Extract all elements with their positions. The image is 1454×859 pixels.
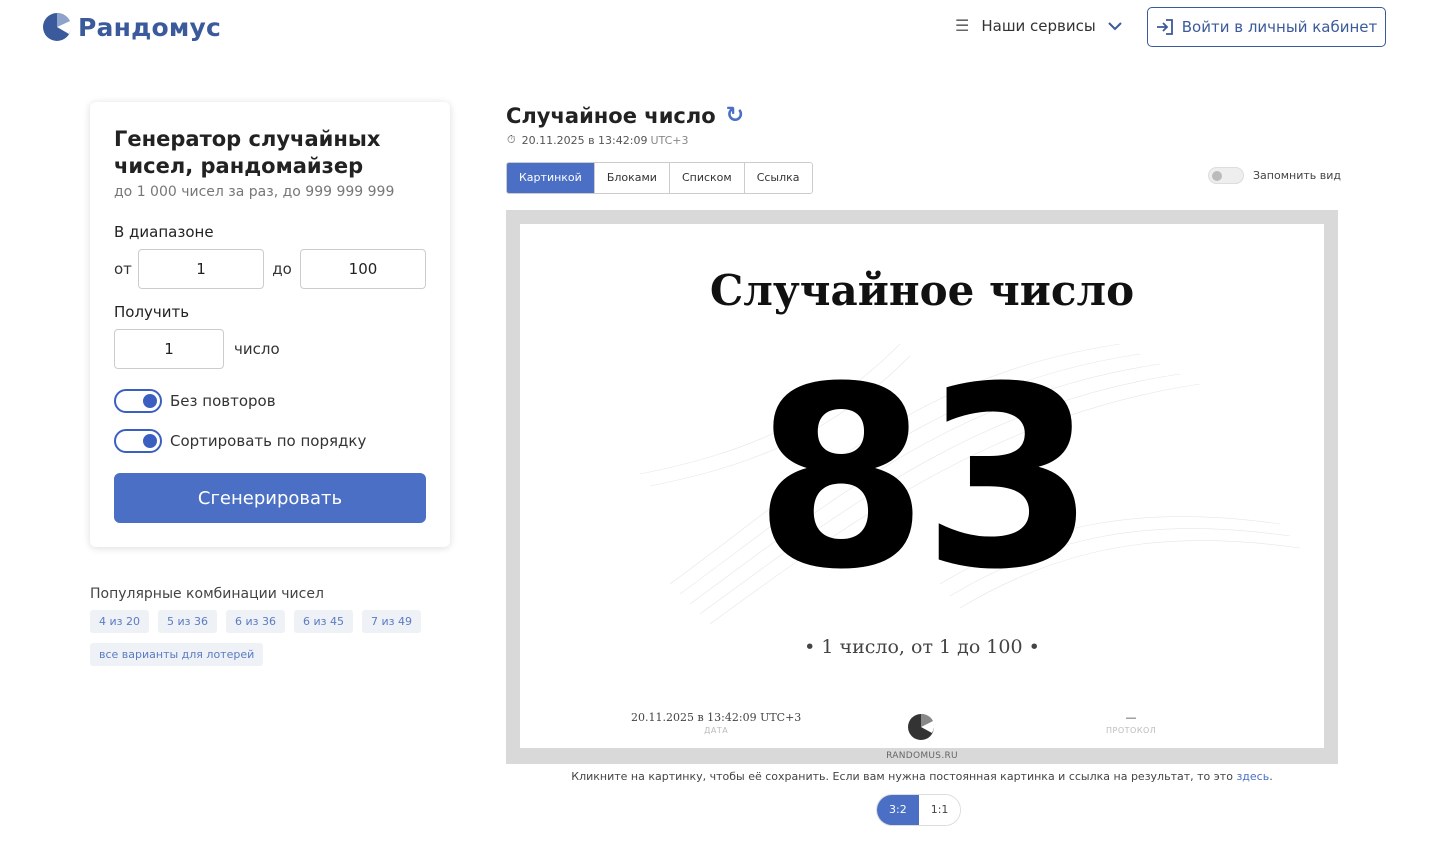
no-repeat-row: Без повторов — [114, 389, 276, 413]
logo[interactable]: Рандомус — [42, 12, 221, 42]
view-tabs: Картинкой Блоками Списком Ссылка — [506, 162, 813, 194]
chip-6-of-45[interactable]: 6 из 45 — [294, 610, 353, 633]
from-input[interactable] — [138, 249, 264, 289]
login-button[interactable]: Войти в личный кабинет — [1147, 7, 1386, 47]
count-unit: число — [234, 340, 280, 358]
sort-label: Сортировать по порядку — [170, 432, 367, 450]
services-menu[interactable]: ☰ Наши сервисы — [955, 16, 1122, 35]
form-title: Генератор случайных чисел, рандомайзер — [114, 127, 381, 178]
tab-blocks[interactable]: Блоками — [593, 163, 669, 193]
timestamp-main: 20.11.2025 в 13:42:09 — [521, 133, 648, 147]
chevron-down-icon — [1108, 21, 1122, 30]
image-title: Случайное число — [709, 266, 1135, 315]
result-image[interactable]: Случайное число 83 • 1 число, от 1 до 10… — [506, 210, 1338, 764]
no-repeat-toggle[interactable] — [114, 389, 162, 413]
chip-all-lotteries[interactable]: все варианты для лотерей — [90, 643, 264, 666]
from-label: от — [114, 260, 132, 278]
range-label: В диапазоне — [114, 223, 214, 241]
count-input[interactable] — [114, 329, 224, 369]
save-hint: Кликните на картинку, чтобы её сохранить… — [571, 770, 1273, 783]
services-label: Наши сервисы — [981, 16, 1096, 35]
generate-button[interactable]: Сгенерировать — [114, 473, 426, 523]
remember-view: Запомнить вид — [1208, 167, 1341, 184]
popular-title: Популярные комбинации чисел — [90, 586, 324, 602]
login-icon — [1156, 19, 1173, 35]
ratio-switch: 3:2 1:1 — [876, 794, 962, 826]
login-label: Войти в личный кабинет — [1181, 18, 1378, 36]
random-number: 83 — [754, 333, 1096, 624]
chip-5-of-36[interactable]: 5 из 36 — [158, 610, 217, 633]
no-repeat-label: Без повторов — [170, 392, 276, 410]
tab-picture[interactable]: Картинкой — [507, 163, 594, 193]
remember-view-label: Запомнить вид — [1253, 169, 1341, 182]
to-input[interactable] — [300, 249, 426, 289]
list-icon: ☰ — [955, 16, 970, 35]
ratio-1-1[interactable]: 1:1 — [918, 795, 961, 825]
chip-7-of-49[interactable]: 7 из 49 — [362, 610, 421, 633]
popular-combinations: Популярные комбинации чисел 4 из 20 5 из… — [90, 586, 450, 666]
image-protocol: — ПРОТОКОЛ — [1106, 711, 1156, 735]
save-hint-link[interactable]: здесь — [1236, 770, 1269, 783]
image-site: RANDOMUS.RU — [886, 751, 958, 761]
timestamp-tz: UTC+3 — [650, 133, 689, 147]
sort-toggle[interactable] — [114, 429, 162, 453]
save-hint-text: Кликните на картинку, чтобы её сохранить… — [571, 770, 1233, 783]
ratio-3-2[interactable]: 3:2 — [877, 795, 919, 825]
generator-form: Генератор случайных чисел, рандомайзер д… — [90, 102, 450, 547]
image-protocol-caption: ПРОТОКОЛ — [1106, 726, 1157, 735]
form-subtitle: до 1 000 чисел за раз, до 999 999 999 — [114, 184, 395, 200]
image-date: 20.11.2025 в 13:42:09 UTC+3 ДАТА — [631, 711, 801, 735]
chip-6-of-36[interactable]: 6 из 36 — [226, 610, 285, 633]
logo-text: Рандомус — [78, 12, 221, 42]
refresh-icon[interactable]: ↻ — [726, 103, 744, 128]
tab-list[interactable]: Списком — [668, 163, 744, 193]
randomus-logo-icon — [43, 12, 72, 41]
image-description: • 1 число, от 1 до 100 • — [804, 636, 1040, 658]
tab-link[interactable]: Ссылка — [743, 163, 812, 193]
get-label: Получить — [114, 303, 190, 321]
result-image-canvas: Случайное число 83 • 1 число, от 1 до 10… — [520, 224, 1324, 748]
image-date-caption: ДАТА — [704, 726, 729, 735]
chip-4-of-20[interactable]: 4 из 20 — [90, 610, 149, 633]
sort-row: Сортировать по порядку — [114, 429, 366, 453]
remember-view-toggle[interactable] — [1208, 167, 1244, 184]
image-logo-icon — [908, 713, 935, 740]
image-protocol-value: — — [1125, 711, 1137, 724]
result-title: Случайное число — [506, 103, 716, 128]
result-timestamp: ⏱ 20.11.2025 в 13:42:09 UTC+3 — [507, 133, 689, 147]
result-title-row: Случайное число ↻ — [506, 103, 744, 128]
image-date-value: 20.11.2025 в 13:42:09 UTC+3 — [631, 711, 802, 724]
stopwatch-icon: ⏱ — [507, 133, 516, 146]
to-label: до — [272, 260, 292, 278]
